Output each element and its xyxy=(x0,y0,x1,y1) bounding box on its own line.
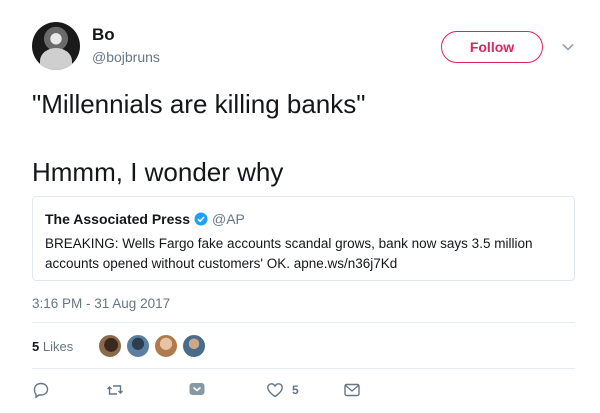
divider xyxy=(32,368,575,369)
share-button[interactable] xyxy=(188,379,206,401)
retweet-icon xyxy=(107,385,123,395)
quoted-author-name: The Associated Press xyxy=(45,211,190,227)
liker-avatar[interactable] xyxy=(181,333,207,359)
liker-avatar[interactable] xyxy=(125,333,151,359)
author-name[interactable]: Bo xyxy=(92,25,115,45)
chevron-down-icon[interactable] xyxy=(561,40,575,54)
tweet-text: "Millennials are killing banks" Hmmm, I … xyxy=(32,88,572,188)
likes-count[interactable]: 5 Likes xyxy=(32,339,73,354)
reply-icon xyxy=(33,382,49,399)
author-handle[interactable]: @bojbruns xyxy=(92,49,160,65)
heart-icon xyxy=(267,383,283,398)
quoted-tweet-text: BREAKING: Wells Fargo fake accounts scan… xyxy=(45,236,533,271)
quoted-tweet-header: The Associated Press @AP xyxy=(45,211,245,227)
quoted-tweet[interactable]: The Associated Press @AP BREAKING: Wells… xyxy=(32,196,575,281)
direct-message-button[interactable] xyxy=(343,379,361,401)
tweet-line-1: "Millennials are killing banks" xyxy=(32,89,366,119)
retweet-button[interactable] xyxy=(106,379,124,401)
tweet-actions: 5 xyxy=(32,379,432,401)
liker-avatar[interactable] xyxy=(153,333,179,359)
follow-button[interactable]: Follow xyxy=(441,31,543,63)
mail-icon xyxy=(344,383,360,397)
quoted-author-handle: @AP xyxy=(212,211,245,227)
liker-avatar[interactable] xyxy=(97,333,123,359)
reply-button[interactable] xyxy=(32,379,50,401)
like-button[interactable]: 5 xyxy=(266,379,299,401)
likes-number: 5 xyxy=(32,339,40,354)
like-count: 5 xyxy=(292,383,299,397)
tweet-timestamp[interactable]: 3:16 PM - 31 Aug 2017 xyxy=(32,296,170,311)
likers-avatars xyxy=(97,333,209,359)
divider xyxy=(32,322,575,323)
avatar[interactable] xyxy=(32,22,80,70)
likes-label: Likes xyxy=(42,339,74,354)
verified-icon xyxy=(194,212,208,226)
share-icon xyxy=(189,383,205,395)
tweet-line-2: Hmmm, I wonder why xyxy=(32,157,284,187)
